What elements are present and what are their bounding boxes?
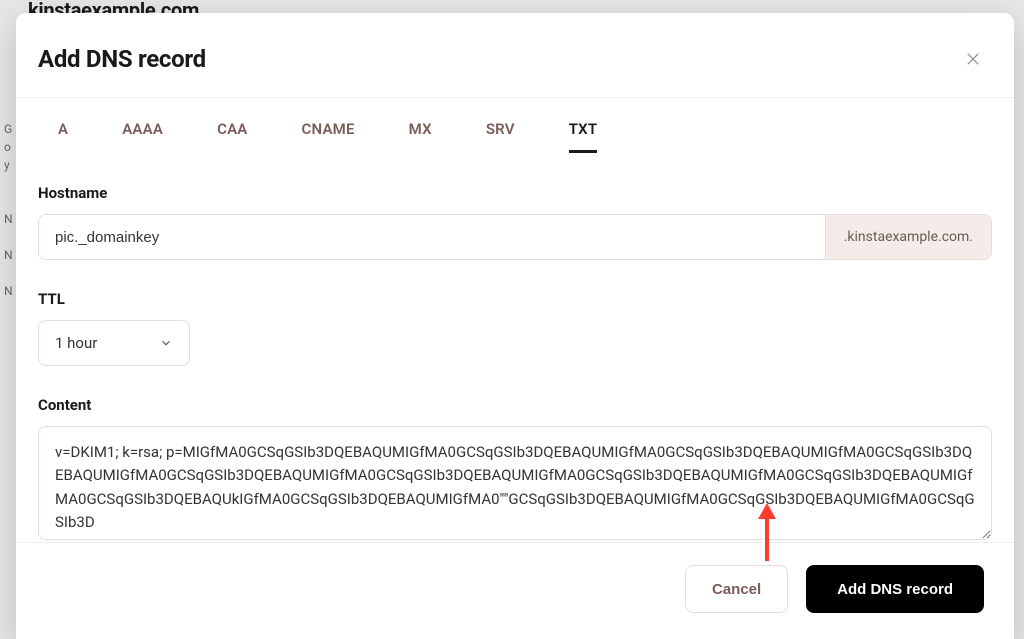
hostname-row: .kinstaexample.com. xyxy=(38,214,992,260)
hostname-suffix: .kinstaexample.com. xyxy=(825,215,991,259)
ttl-value: 1 hour xyxy=(55,334,97,352)
content-textarea[interactable] xyxy=(38,426,992,540)
content-label: Content xyxy=(38,396,992,414)
ttl-field: TTL 1 hour xyxy=(38,290,992,366)
content-field: Content xyxy=(38,396,992,542)
cancel-button[interactable]: Cancel xyxy=(685,565,788,613)
add-dns-record-button[interactable]: Add DNS record xyxy=(806,565,984,613)
tab-aaaa[interactable]: AAAA xyxy=(122,120,163,153)
close-icon[interactable] xyxy=(964,50,982,68)
modal-footer: Cancel Add DNS record xyxy=(16,542,1014,639)
hostname-input[interactable] xyxy=(39,215,825,259)
tab-a[interactable]: A xyxy=(58,120,68,153)
ttl-label: TTL xyxy=(38,290,992,308)
hostname-field: Hostname .kinstaexample.com. xyxy=(38,184,992,260)
modal-header: Add DNS record xyxy=(16,13,1014,97)
background-left-edge: G o y N N N xyxy=(4,120,13,300)
tab-srv[interactable]: SRV xyxy=(486,120,515,153)
tab-txt[interactable]: TXT xyxy=(569,120,598,153)
tab-cname[interactable]: CNAME xyxy=(302,120,355,153)
chevron-down-icon xyxy=(159,336,173,350)
modal-title: Add DNS record xyxy=(38,45,206,73)
ttl-select[interactable]: 1 hour xyxy=(38,320,190,366)
add-dns-record-modal: Add DNS record A AAAA CAA CNAME MX SRV T… xyxy=(16,13,1014,639)
tab-mx[interactable]: MX xyxy=(409,120,432,153)
modal-body: A AAAA CAA CNAME MX SRV TXT Hostname .ki… xyxy=(16,98,1014,542)
tab-caa[interactable]: CAA xyxy=(217,120,247,153)
hostname-label: Hostname xyxy=(38,184,992,202)
record-type-tabs: A AAAA CAA CNAME MX SRV TXT xyxy=(38,98,992,154)
